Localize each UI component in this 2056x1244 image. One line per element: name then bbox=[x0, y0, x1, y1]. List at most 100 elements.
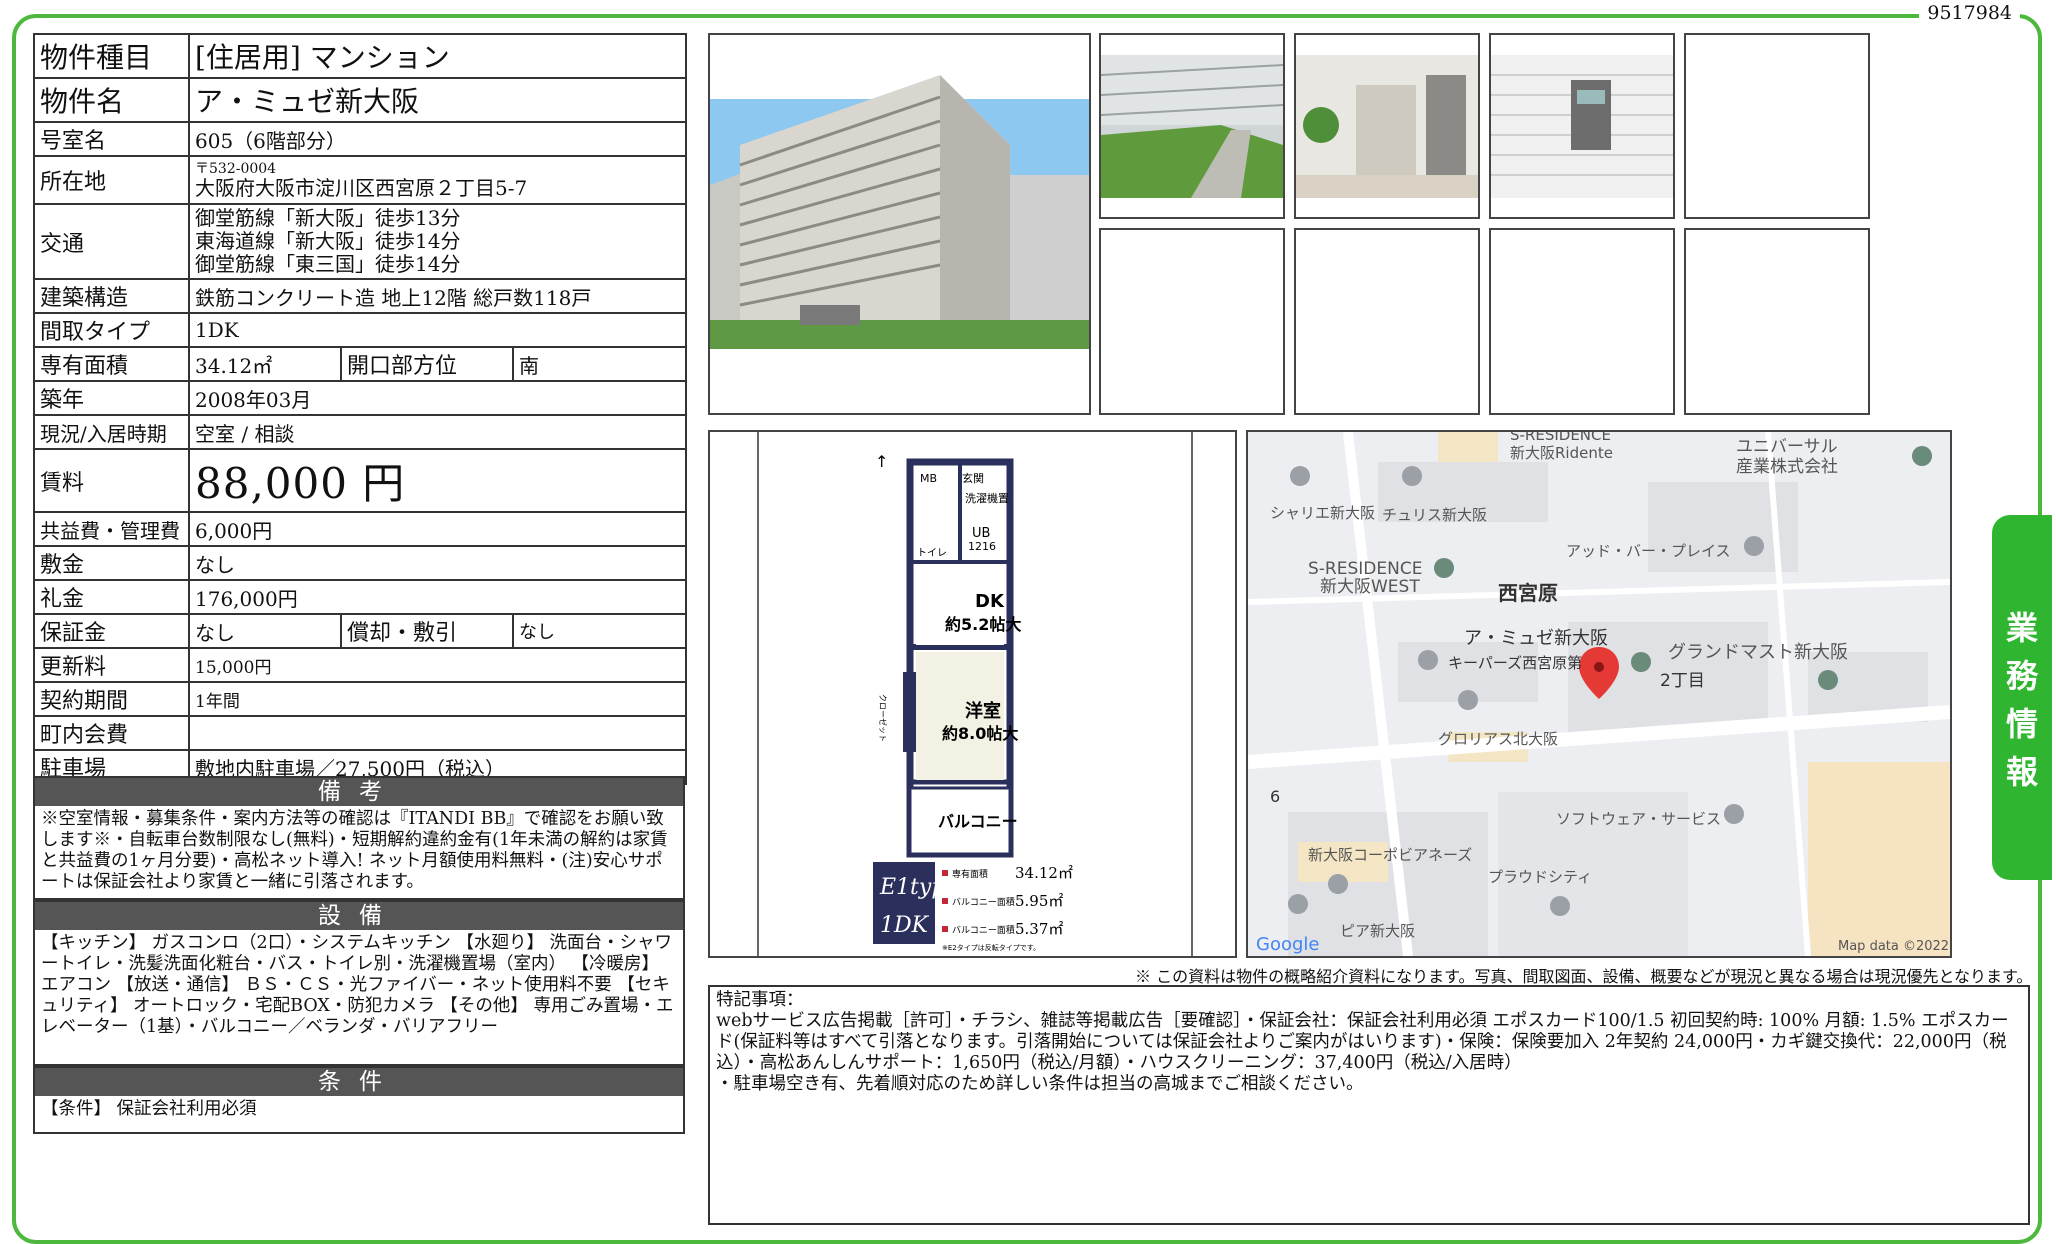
legend-label: バルコニー面積 bbox=[952, 896, 1015, 908]
value-direction: 南 bbox=[511, 346, 688, 382]
building-exterior-image bbox=[710, 75, 1089, 349]
lobby-image bbox=[1296, 55, 1478, 198]
legend-label: 専有面積 bbox=[952, 868, 988, 880]
label-direction: 開口部方位 bbox=[340, 346, 514, 382]
label-built: 築年 bbox=[33, 380, 190, 416]
floor-plan[interactable]: ↑ MB 玄関 洗濯機置 UB 1216 トイレ DK 約5.2帖大 洋室 約8… bbox=[708, 430, 1237, 958]
special-notes-title: 特記事項： bbox=[716, 990, 804, 1010]
equipment-section: 設備 【キッチン】 ガスコンロ（2口）・システムキッチン 【水廻り】 洗面台・シ… bbox=[33, 900, 685, 1066]
north-icon: ↑ bbox=[875, 452, 888, 471]
value-address: 〒532-0004 大阪府大阪市淀川区西宮原２丁目5-7 bbox=[187, 155, 688, 205]
equipment-text: 【キッチン】 ガスコンロ（2口）・システムキッチン 【水廻り】 洗面台・シャワー… bbox=[41, 933, 674, 1037]
property-info-table: 物件種目 [住居用] マンション 物件名 ア・ミュゼ新大阪 号室名 605（6階… bbox=[33, 33, 688, 785]
map-label: 6 bbox=[1270, 787, 1280, 806]
photo-empty-slot[interactable] bbox=[1489, 228, 1675, 415]
map-label: ア・ミュゼ新大阪 bbox=[1464, 628, 1608, 649]
label-guarantee: 保証金 bbox=[33, 613, 190, 649]
map-label: ピア新大阪 bbox=[1340, 922, 1415, 940]
room-label-washer: 洗濯機置 bbox=[965, 491, 1009, 505]
room-label-entrance: 玄関 bbox=[962, 471, 984, 485]
remarks-header: 備考 bbox=[35, 778, 683, 806]
room-label-western: 洋室 bbox=[965, 700, 1001, 722]
conditions-header: 条件 bbox=[35, 1068, 683, 1096]
map-label: S-RESIDENCE bbox=[1308, 559, 1422, 579]
photo-intercom[interactable] bbox=[1489, 33, 1675, 219]
side-tab-char: 業 bbox=[2005, 609, 2038, 647]
map-label: アッド・バー・プレイス bbox=[1566, 542, 1731, 560]
value-rent: 88,000 円 bbox=[187, 448, 688, 513]
access-line: 御堂筋線「東三国」徒歩14分 bbox=[195, 252, 461, 276]
room-label-mb: MB bbox=[920, 472, 937, 485]
legend-note: ※E2タイプは反転タイプです。 bbox=[942, 943, 1040, 952]
business-info-tab[interactable]: 業 務 情 報 bbox=[1992, 515, 2052, 880]
room-label-toilet: トイレ bbox=[917, 548, 947, 559]
legend-value: 34.12㎡ bbox=[1015, 864, 1073, 882]
map-label: 西宮原 bbox=[1498, 581, 1558, 605]
value-town-fee bbox=[187, 715, 688, 751]
value-property-type: [住居用] マンション bbox=[187, 33, 688, 79]
entrance-path-image bbox=[1101, 55, 1283, 198]
value-deposit: なし bbox=[187, 545, 688, 581]
conditions-text: 【条件】 保証会社利用必須 bbox=[41, 1099, 257, 1119]
map-attribution: Map data ©2022 bbox=[1838, 939, 1949, 954]
map-label: シャリエ新大阪 bbox=[1270, 504, 1375, 522]
map-label: ソフトウェア・サービス bbox=[1556, 810, 1721, 828]
conditions-section: 条件 【条件】 保証会社利用必須 bbox=[33, 1066, 685, 1134]
value-property-name: ア・ミュゼ新大阪 bbox=[187, 77, 688, 123]
map-label: ユニバーサル bbox=[1736, 437, 1838, 457]
label-status: 現況/入居時期 bbox=[33, 414, 190, 450]
map-label: 新大阪WEST bbox=[1320, 577, 1420, 597]
label-contract: 契約期間 bbox=[33, 681, 190, 717]
label-renewal: 更新料 bbox=[33, 647, 190, 683]
exterior-photo[interactable] bbox=[708, 33, 1091, 415]
location-map[interactable]: S-RESIDENCE 新大阪Ridente ユニバーサル 産業株式会社 シャリ… bbox=[1246, 430, 1952, 958]
side-tab-char: 情 bbox=[2005, 705, 2038, 743]
value-structure: 鉄筋コンクリート造 地上12階 総戸数118戸 bbox=[187, 278, 688, 314]
map-label: グランドマスト新大阪 bbox=[1668, 642, 1848, 663]
map-canvas: S-RESIDENCE 新大阪Ridente ユニバーサル 産業株式会社 シャリ… bbox=[1248, 432, 1950, 956]
value-contract: 1年間 bbox=[187, 681, 688, 717]
label-town-fee: 町内会費 bbox=[33, 715, 190, 751]
label-layout: 間取タイプ bbox=[33, 312, 190, 348]
value-access: 御堂筋線「新大阪」徒歩13分 東海道線「新大阪」徒歩14分 御堂筋線「東三国」徒… bbox=[187, 203, 688, 280]
label-property-name: 物件名 bbox=[33, 77, 190, 123]
value-area: 34.12㎡ bbox=[188, 346, 342, 382]
access-line: 東海道線「新大阪」徒歩14分 bbox=[195, 229, 461, 253]
value-key-money: 176,000円 bbox=[187, 579, 688, 615]
photo-lobby[interactable] bbox=[1294, 33, 1480, 219]
value-status: 空室 / 相談 bbox=[187, 414, 688, 450]
document-number: 9517984 bbox=[1919, 2, 2020, 24]
legend-value: 5.95㎡ bbox=[1015, 892, 1063, 910]
floor-plan-drawing: ↑ MB 玄関 洗濯機置 UB 1216 トイレ DK 約5.2帖大 洋室 約8… bbox=[757, 432, 1193, 956]
map-label: プラウドシティ bbox=[1488, 868, 1592, 886]
label-fee: 共益費・管理費 bbox=[33, 511, 190, 547]
equipment-header: 設備 bbox=[35, 902, 683, 930]
photo-empty-slot[interactable] bbox=[1684, 228, 1870, 415]
value-renewal: 15,000円 bbox=[187, 647, 688, 683]
label-access: 交通 bbox=[33, 203, 190, 280]
type-badge-e1: E1type bbox=[879, 875, 958, 900]
value-amortization: なし bbox=[511, 613, 688, 649]
remarks-text: ※空室情報・募集条件・案内方法等の確認は『ITANDI BB』で確認をお願い致し… bbox=[41, 809, 668, 892]
label-key-money: 礼金 bbox=[33, 579, 190, 615]
label-address: 所在地 bbox=[33, 155, 190, 205]
room-label-dk-size: 約5.2帖大 bbox=[945, 615, 1021, 634]
label-structure: 建築構造 bbox=[33, 278, 190, 314]
address-text: 大阪府大阪市淀川区西宮原２丁目5-7 bbox=[195, 175, 528, 200]
side-tab-char: 報 bbox=[2005, 753, 2038, 791]
intercom-image bbox=[1491, 55, 1673, 198]
photo-entrance-path[interactable] bbox=[1099, 33, 1285, 219]
photo-empty-slot[interactable] bbox=[1684, 33, 1870, 219]
legend-label: バルコニー面積 bbox=[952, 924, 1015, 936]
value-guarantee: なし bbox=[188, 613, 342, 649]
photo-empty-slot[interactable] bbox=[1294, 228, 1480, 415]
photo-empty-slot[interactable] bbox=[1099, 228, 1285, 415]
postal-code: 〒532-0004 bbox=[195, 160, 277, 177]
side-tab-char: 務 bbox=[2005, 657, 2038, 695]
label-deposit: 敷金 bbox=[33, 545, 190, 581]
label-rent: 賃料 bbox=[33, 448, 190, 513]
map-label: 新大阪コーポビアネーズ bbox=[1308, 846, 1472, 864]
map-label: S-RESIDENCE bbox=[1510, 432, 1611, 444]
type-badge-1dk: 1DK bbox=[880, 913, 930, 938]
value-room: 605（6階部分） bbox=[187, 121, 688, 157]
